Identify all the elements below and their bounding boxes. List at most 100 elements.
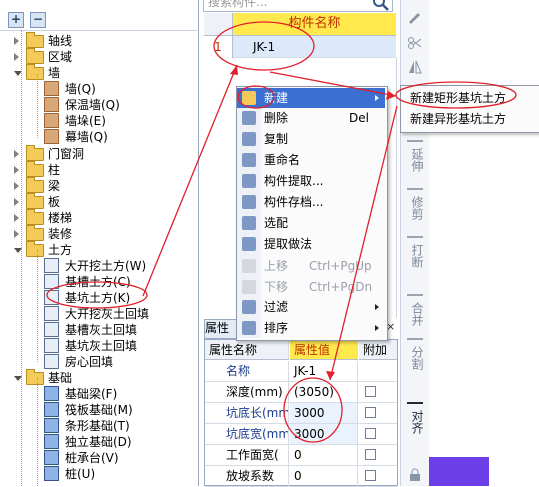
tree-folder-row[interactable]: 墙 <box>0 64 197 81</box>
property-add-checkbox[interactable] <box>365 449 376 460</box>
tree-item-label: 板 <box>48 195 61 209</box>
menu-item-7[interactable]: 提取做法 <box>237 234 385 254</box>
tree-item-row[interactable]: 桩承台(V) <box>0 450 197 466</box>
menu-item-11[interactable]: 排序 <box>237 318 385 338</box>
tree-item-row[interactable]: 房心回填 <box>0 354 197 370</box>
tool-label-5[interactable]: 对齐 <box>407 410 424 434</box>
tree-item-label: 区域 <box>48 50 73 64</box>
new-irregular-pit-item[interactable]: 新建异形基坑土方 <box>402 109 539 129</box>
property-add-header: 附加 <box>359 340 397 360</box>
chevron-right-icon[interactable] <box>14 198 19 206</box>
menu-item-label: 提取做法 <box>264 237 313 251</box>
tree-item-row[interactable]: 墙(Q) <box>0 81 197 97</box>
tree-folder-row[interactable]: 门窗洞 <box>0 145 197 162</box>
chevron-right-icon[interactable] <box>14 230 19 238</box>
search-input[interactable]: 搜索构件... <box>203 0 393 12</box>
tool-label-1[interactable]: 修剪 <box>407 196 424 220</box>
tree-item-row[interactable]: 条形基础(T) <box>0 418 197 434</box>
tree-folder-row[interactable]: 轴线 <box>0 32 197 49</box>
tree-item-row[interactable]: 基坑土方(K) <box>0 290 197 306</box>
property-add-checkbox[interactable] <box>365 428 376 439</box>
tree-item-row[interactable]: 大开挖土方(W) <box>0 258 197 274</box>
property-value[interactable]: 0 <box>290 445 358 465</box>
tree-folder-row[interactable]: 装修 <box>0 225 197 242</box>
chevron-right-icon[interactable] <box>14 150 19 158</box>
tree-folder-row[interactable]: 土方 <box>0 241 197 258</box>
chevron-right-icon[interactable] <box>14 37 19 45</box>
tool-label-2[interactable]: 打断 <box>407 244 424 268</box>
tree-folder-row[interactable]: 区域 <box>0 48 197 65</box>
split-icon[interactable] <box>407 338 423 346</box>
tree-item-row[interactable]: 独立基础(D) <box>0 434 197 450</box>
menu-item-4[interactable]: 构件提取... <box>237 171 385 191</box>
collapse-all-button[interactable]: − <box>30 12 46 28</box>
property-add-checkbox[interactable] <box>365 386 376 397</box>
chevron-right-icon[interactable] <box>14 182 19 190</box>
property-value[interactable]: 0 <box>290 466 358 486</box>
submenu-arrow-icon <box>375 95 379 101</box>
tree-item-row[interactable]: 基坑灰土回填 <box>0 338 197 354</box>
tree-folder-row[interactable]: 梁 <box>0 177 197 194</box>
submenu-arrow-icon <box>375 325 379 331</box>
tree-folder-row[interactable]: 板 <box>0 193 197 210</box>
tree-item-label: 基础 <box>48 371 73 385</box>
property-value[interactable]: 3000 <box>290 424 358 444</box>
pit-backfill-icon <box>44 338 59 353</box>
break-icon[interactable] <box>407 236 423 244</box>
drawing-area-fragment <box>429 457 489 486</box>
tree-item-label: 独立基础(D) <box>65 435 132 449</box>
tool-label-3[interactable]: 合并 <box>407 302 424 326</box>
menu-item-6[interactable]: 选配 <box>237 213 385 233</box>
tree-folder-row[interactable]: 柱 <box>0 161 197 178</box>
property-name: 坑底长(mm) <box>205 403 289 423</box>
chevron-right-icon[interactable] <box>14 53 19 61</box>
property-value[interactable]: (3050) <box>290 382 358 402</box>
tree-item-label: 墙 <box>48 66 61 80</box>
menu-item-5[interactable]: 构件存档... <box>237 192 385 212</box>
scissors-icon[interactable] <box>407 36 423 50</box>
tree-item-row[interactable]: 筏板基础(M) <box>0 402 197 418</box>
tree-item-row[interactable]: 基础梁(F) <box>0 386 197 402</box>
tree-item-row[interactable]: 大开挖灰土回填 <box>0 306 197 322</box>
lock-icon[interactable] <box>407 468 423 482</box>
menu-item-0[interactable]: 新建 <box>237 88 385 108</box>
menu-item-9[interactable]: 下移 Ctrl+PgDn <box>237 277 385 297</box>
search-icon[interactable] <box>371 0 391 12</box>
property-add-checkbox[interactable] <box>365 470 376 481</box>
tree-item-row[interactable]: 桩(U) <box>0 466 197 482</box>
expand-all-button[interactable]: + <box>8 12 24 28</box>
extend-icon[interactable] <box>407 140 423 148</box>
tree-item-row[interactable]: 基槽灰土回填 <box>0 322 197 338</box>
tree-folder-row[interactable]: 楼梯 <box>0 209 197 226</box>
tool-label-0[interactable]: 延伸 <box>407 148 424 172</box>
property-value[interactable]: 3000 <box>290 403 358 423</box>
align-icon[interactable] <box>407 402 423 410</box>
tree-item-row[interactable]: 幕墙(Q) <box>0 129 197 145</box>
new-rectangular-pit-item[interactable]: 新建矩形基坑土方 <box>402 88 539 108</box>
merge-icon[interactable] <box>407 294 423 302</box>
property-value[interactable]: JK-1 <box>290 361 358 381</box>
tree-item-row[interactable]: 保温墙(Q) <box>0 97 197 113</box>
pen-icon[interactable] <box>407 10 423 24</box>
property-editor-tab[interactable]: 属性编辑 <box>204 319 240 339</box>
mirror-icon[interactable] <box>407 60 423 74</box>
tool-label-4[interactable]: 分割 <box>407 346 424 370</box>
menu-item-10[interactable]: 过滤 <box>237 297 385 317</box>
tree-item-label: 幕墙(Q) <box>65 130 108 144</box>
tree-item-label: 梁 <box>48 179 61 193</box>
tree-item-row[interactable]: 基槽土方(C) <box>0 274 197 290</box>
tree-item-row[interactable]: 墙垛(E) <box>0 113 197 129</box>
tree-folder-row[interactable]: 基础 <box>0 369 197 386</box>
tree-item-label: 基坑灰土回填 <box>65 339 138 353</box>
trim-icon[interactable] <box>407 188 423 196</box>
menu-item-3[interactable]: 重命名 <box>237 150 385 170</box>
property-add-checkbox[interactable] <box>365 407 376 418</box>
chevron-right-icon[interactable] <box>14 214 19 222</box>
menu-item-2[interactable]: 复制 <box>237 129 385 149</box>
menu-item-1[interactable]: 删除 Del <box>237 108 385 128</box>
property-row: 工作面宽(0 <box>205 445 397 466</box>
menu-item-8[interactable]: 上移 Ctrl+PgUp <box>237 256 385 276</box>
column-header-component-name[interactable]: 构件名称 <box>233 13 396 35</box>
chevron-right-icon[interactable] <box>14 166 19 174</box>
component-name-cell[interactable]: JK-1 <box>233 36 396 58</box>
